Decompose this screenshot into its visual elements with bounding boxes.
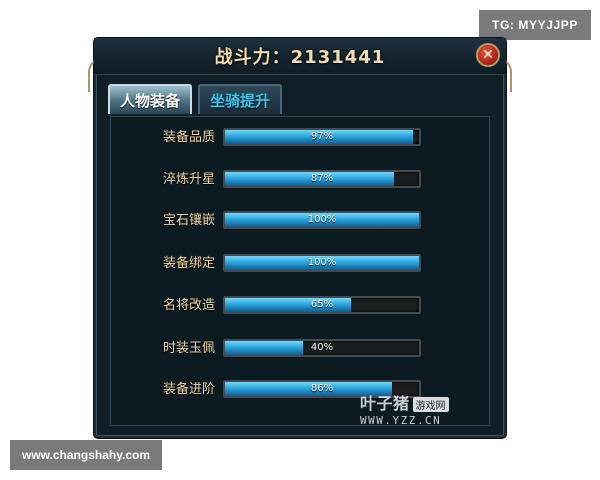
tg-contact-badge: TG: MYYJJPP (479, 10, 591, 40)
stat-label: 时装玉佩 (162, 341, 215, 356)
tab-bar: 人物装备 坐骑提升 (108, 84, 283, 114)
stat-label: 装备品质 (162, 130, 215, 145)
yzz-watermark: 叶子猪 游戏网 WWW.YZZ.CN (360, 390, 480, 430)
watermark-brand: 叶子猪 (360, 394, 410, 413)
close-icon: ✕ (482, 47, 494, 63)
progress-bar: 100% (223, 254, 421, 272)
stat-label: 宝石镶嵌 (162, 213, 215, 228)
tab-label: 坐骑提升 (210, 91, 271, 110)
stat-label: 装备绑定 (162, 256, 215, 271)
close-button[interactable]: ✕ (476, 43, 500, 67)
progress-bar: 40% (223, 339, 421, 357)
stats-list: 装备品质 97% 淬炼升星 87% 宝石镶嵌 100% 装备绑定 100% 名将… (110, 116, 490, 426)
site-url-text: www.changshahy.com (21, 448, 151, 462)
progress-text: 40% (310, 342, 334, 353)
site-url-badge: www.changshahy.com (10, 440, 162, 470)
stat-row-equipment-binding: 装备绑定 100% (111, 251, 489, 277)
stat-label: 装备进阶 (162, 382, 215, 397)
equipment-panel: 战斗力：2131441 ✕ 人物装备 坐骑提升 装备品质 97% 淬炼升星 87… (88, 38, 512, 438)
progress-bar: 97% (223, 128, 421, 146)
tg-contact-text: TG: MYYJJPP (492, 18, 578, 32)
tab-character-equipment[interactable]: 人物装备 (108, 84, 193, 114)
stat-row-fashion-jade: 时装玉佩 40% (111, 336, 489, 362)
stat-row-equipment-quality: 装备品质 97% (111, 125, 489, 151)
progress-bar: 87% (223, 170, 421, 188)
stat-row-gem-inlay: 宝石镶嵌 100% (111, 208, 489, 234)
stat-label: 名将改造 (162, 298, 215, 313)
progress-text: 87% (310, 173, 334, 184)
progress-bar: 65% (223, 296, 421, 314)
progress-text: 100% (307, 214, 337, 225)
watermark-url: WWW.YZZ.CN (360, 414, 442, 427)
progress-text: 97% (310, 131, 334, 142)
tab-mount-upgrade[interactable]: 坐骑提升 (198, 84, 283, 114)
panel-title-bar: 战斗力：2131441 ✕ (94, 38, 506, 75)
stat-row-general-reform: 名将改造 65% (111, 293, 489, 319)
progress-text: 65% (310, 299, 334, 310)
combat-power-title: 战斗力：2131441 (214, 47, 386, 68)
stat-label: 淬炼升星 (162, 172, 215, 187)
tab-label: 人物装备 (120, 91, 181, 110)
watermark-tag: 游戏网 (412, 397, 449, 412)
progress-bar: 100% (223, 211, 421, 229)
progress-text: 100% (307, 257, 337, 268)
stat-row-refine-star: 淬炼升星 87% (111, 167, 489, 193)
